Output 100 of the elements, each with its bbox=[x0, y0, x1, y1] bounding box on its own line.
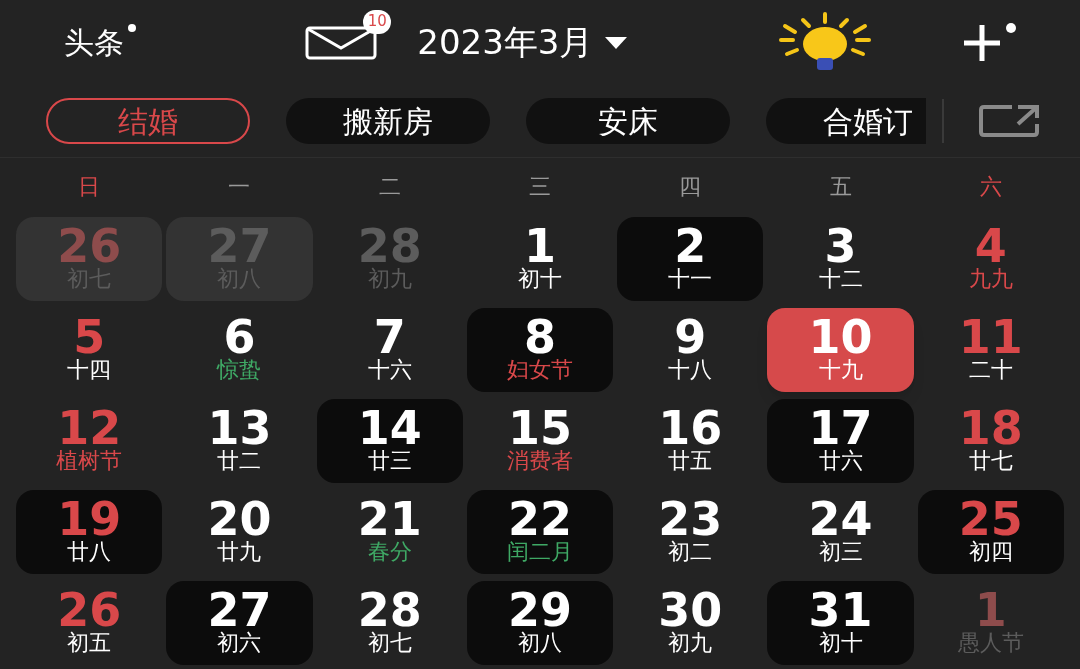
lunar-date: 闰二月 bbox=[507, 539, 573, 565]
lunar-date: 二十 bbox=[968, 357, 1013, 383]
lunar-date: 廿三 bbox=[367, 448, 412, 474]
day-number: 27 bbox=[207, 590, 272, 630]
day-cell[interactable]: 7 十六 bbox=[316, 308, 463, 392]
day-cell[interactable]: 8 妇女节 bbox=[466, 308, 614, 392]
day-cell[interactable]: 11 二十 bbox=[917, 308, 1064, 392]
day-cell[interactable]: 3 十二 bbox=[767, 217, 914, 301]
lunar-date: 十六 bbox=[367, 357, 412, 383]
lunar-date: 廿七 bbox=[968, 448, 1013, 474]
day-number: 1 bbox=[974, 590, 1007, 630]
lunar-date: 妇女节 bbox=[507, 357, 573, 383]
lunar-date: 初七 bbox=[367, 630, 412, 656]
day-number: 15 bbox=[508, 408, 572, 448]
day-cell[interactable]: 1 初十 bbox=[466, 217, 614, 301]
lunar-date: 十九 bbox=[818, 357, 863, 383]
lunar-date: 初十 bbox=[518, 266, 562, 292]
day-cell[interactable]: 9 十八 bbox=[617, 308, 764, 392]
weekday-label: 五 bbox=[828, 172, 853, 201]
external-link-icon[interactable] bbox=[978, 104, 1040, 138]
day-number: 11 bbox=[958, 317, 1023, 357]
day-number: 18 bbox=[958, 408, 1023, 448]
day-number: 4 bbox=[974, 226, 1007, 266]
day-cell[interactable]: 10 十九 bbox=[767, 308, 914, 392]
day-cell[interactable]: 16 廿五 bbox=[617, 399, 764, 483]
day-number: 25 bbox=[958, 499, 1023, 539]
filter-tab[interactable]: 搬新房 bbox=[286, 98, 490, 144]
day-number: 28 bbox=[357, 590, 422, 630]
day-number: 17 bbox=[808, 408, 873, 448]
day-cell[interactable]: 28 初七 bbox=[316, 581, 463, 665]
day-cell[interactable]: 4 九九 bbox=[917, 217, 1064, 301]
day-cell[interactable]: 23 初二 bbox=[617, 490, 764, 574]
day-number: 13 bbox=[207, 408, 272, 448]
lunar-date: 十二 bbox=[818, 266, 863, 292]
day-cell[interactable]: 20 廿九 bbox=[166, 490, 313, 574]
day-cell[interactable]: 2 十一 bbox=[617, 217, 764, 301]
day-number: 23 bbox=[658, 499, 723, 539]
lunar-date: 廿六 bbox=[818, 448, 863, 474]
lunar-date: 惊蛰 bbox=[217, 357, 262, 383]
filter-tab[interactable]: 安床 bbox=[526, 98, 730, 144]
day-cell[interactable]: 27 初六 bbox=[166, 581, 313, 665]
weekday-label: 日 bbox=[77, 172, 102, 201]
lunar-date: 植树节 bbox=[56, 448, 123, 474]
day-number: 21 bbox=[357, 499, 422, 539]
day-cell[interactable]: 26 初五 bbox=[16, 581, 163, 665]
day-number: 20 bbox=[207, 499, 272, 539]
day-number: 22 bbox=[508, 499, 572, 539]
day-number: 8 bbox=[524, 317, 556, 357]
day-number: 16 bbox=[658, 408, 723, 448]
lunar-date: 初二 bbox=[668, 539, 713, 565]
lunar-date: 初九 bbox=[668, 630, 713, 656]
weekday-label: 六 bbox=[978, 172, 1003, 201]
day-cell[interactable]: 18 廿七 bbox=[917, 399, 1064, 483]
day-number: 12 bbox=[57, 408, 122, 448]
lunar-date: 初八 bbox=[518, 630, 562, 656]
day-cell[interactable]: 25 初四 bbox=[917, 490, 1064, 574]
lunar-date: 初十 bbox=[818, 630, 863, 656]
day-number: 5 bbox=[73, 317, 106, 357]
day-cell[interactable]: 13 廿二 bbox=[166, 399, 313, 483]
day-cell[interactable]: 17 廿六 bbox=[767, 399, 914, 483]
weekday-label: 二 bbox=[377, 172, 402, 201]
day-cell[interactable]: 14 廿三 bbox=[316, 399, 463, 483]
lunar-date: 愚人节 bbox=[957, 630, 1024, 656]
day-number: 2 bbox=[674, 226, 707, 266]
lunar-date: 初九 bbox=[367, 266, 412, 292]
day-cell[interactable]: 24 初三 bbox=[767, 490, 914, 574]
day-number: 3 bbox=[824, 226, 857, 266]
month-picker[interactable]: 2023年3月 bbox=[417, 17, 628, 68]
day-cell[interactable]: 29 初八 bbox=[466, 581, 614, 665]
weekday-label: 三 bbox=[528, 172, 552, 201]
day-number: 1 bbox=[524, 226, 556, 266]
add-icon[interactable] bbox=[961, 22, 1002, 63]
day-cell[interactable]: 21 春分 bbox=[316, 490, 463, 574]
day-cell[interactable]: 31 初十 bbox=[767, 581, 914, 665]
lunar-date: 廿八 bbox=[67, 539, 112, 565]
day-cell[interactable]: 5 十四 bbox=[16, 308, 163, 392]
day-number: 26 bbox=[57, 226, 122, 266]
day-cell[interactable]: 15 消费者 bbox=[466, 399, 614, 483]
day-number: 26 bbox=[57, 590, 122, 630]
mail-icon[interactable] bbox=[305, 25, 378, 60]
lunar-date: 消费者 bbox=[507, 448, 573, 474]
lunar-date: 初六 bbox=[217, 630, 262, 656]
filter-tab[interactable]: 合婚订 bbox=[766, 98, 926, 144]
day-cell[interactable]: 22 闰二月 bbox=[466, 490, 614, 574]
filter-tab[interactable]: 结婚 bbox=[46, 98, 250, 144]
lunar-date: 廿二 bbox=[217, 448, 262, 474]
day-cell[interactable]: 12 植树节 bbox=[16, 399, 163, 483]
unread-badge: 10 bbox=[363, 9, 392, 34]
day-cell[interactable]: 6 惊蛰 bbox=[166, 308, 313, 392]
day-number: 29 bbox=[508, 590, 572, 630]
day-number: 7 bbox=[373, 317, 406, 357]
caret-icon bbox=[605, 36, 628, 49]
lunar-date: 初三 bbox=[818, 539, 863, 565]
lunar-date: 初四 bbox=[968, 539, 1013, 565]
headlines-link[interactable]: 头条 bbox=[64, 20, 124, 65]
day-cell[interactable]: 30 初九 bbox=[617, 581, 764, 665]
day-cell[interactable]: 19 廿八 bbox=[16, 490, 163, 574]
day-number: 14 bbox=[357, 408, 422, 448]
lunar-date: 廿五 bbox=[668, 448, 713, 474]
lunar-date: 九九 bbox=[968, 266, 1013, 292]
